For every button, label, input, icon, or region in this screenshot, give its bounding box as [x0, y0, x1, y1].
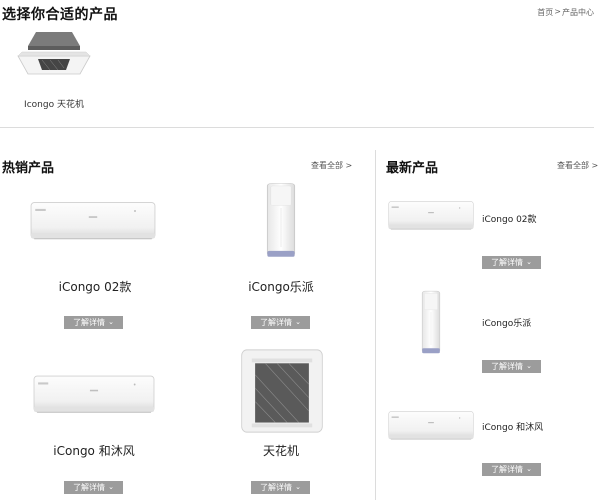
hot-item-1-detail-button[interactable]: 了解详情 ⌄: [64, 316, 123, 329]
detail-button-label: 了解详情: [260, 318, 293, 327]
detail-button-label: 了解详情: [73, 483, 106, 492]
chevron-down-icon: ⌄: [108, 318, 114, 326]
detail-button-label: 了解详情: [73, 318, 106, 327]
latest-item-2-image[interactable]: [420, 290, 442, 356]
wall-ac-icon: [388, 410, 474, 442]
latest-item-2-name[interactable]: iCongo乐派: [482, 316, 531, 329]
breadcrumb-separator: >: [554, 7, 561, 16]
hot-item-4-name[interactable]: 天花机: [221, 442, 341, 459]
wall-ac-icon: [388, 200, 474, 232]
hot-item-3-name[interactable]: iCongo 和沐风: [34, 442, 154, 459]
chevron-down-icon: ⌄: [295, 483, 301, 491]
chevron-down-icon: ⌄: [295, 318, 301, 326]
chevron-down-icon: ⌄: [526, 465, 532, 473]
tower-ac-icon: [420, 290, 442, 356]
page-title: 选择你合适的产品: [2, 7, 118, 23]
wall-ac-icon: [30, 198, 156, 245]
latest-item-1-image[interactable]: [388, 200, 474, 232]
hot-view-all-link[interactable]: 查看全部 >: [311, 160, 352, 171]
breadcrumb: 首页 > 产品中心: [537, 7, 594, 18]
hot-item-4-image[interactable]: [240, 348, 324, 434]
hot-item-3-detail-button[interactable]: 了解详情 ⌄: [64, 481, 123, 494]
breadcrumb-current: 产品中心: [562, 8, 594, 17]
cassette-ac-icon: [240, 348, 324, 434]
hot-item-2-image[interactable]: [264, 182, 298, 260]
hot-item-1-name[interactable]: iCongo 02款: [35, 278, 155, 295]
hot-item-2-name[interactable]: iCongo乐派: [221, 278, 341, 295]
latest-item-3-name[interactable]: iCongo 和沐风: [482, 420, 543, 433]
chevron-down-icon: ⌄: [526, 362, 532, 370]
category-label: Icongo 天花机: [24, 100, 84, 110]
latest-item-2-detail-button[interactable]: 了解详情 ⌄: [482, 360, 541, 373]
chevron-down-icon: ⌄: [526, 258, 532, 266]
latest-item-1-name[interactable]: iCongo 02款: [482, 212, 537, 225]
detail-button-label: 了解详情: [260, 483, 293, 492]
detail-button-label: 了解详情: [491, 362, 524, 371]
tower-ac-icon: [264, 182, 298, 260]
hot-item-1-image[interactable]: [30, 198, 156, 245]
hot-item-3-image[interactable]: [33, 374, 155, 416]
hot-item-4-detail-button[interactable]: 了解详情 ⌄: [251, 481, 310, 494]
latest-item-1-detail-button[interactable]: 了解详情 ⌄: [482, 256, 541, 269]
latest-section-title: 最新产品: [386, 161, 439, 176]
section-divider: [0, 127, 594, 128]
hot-item-2-detail-button[interactable]: 了解详情 ⌄: [251, 316, 310, 329]
ceiling-ac-icon: [17, 32, 91, 75]
latest-item-3-detail-button[interactable]: 了解详情 ⌄: [482, 463, 541, 476]
hot-section-title: 热销产品: [2, 161, 55, 176]
wall-ac-icon: [33, 374, 155, 416]
breadcrumb-home-link[interactable]: 首页: [537, 7, 553, 18]
detail-button-label: 了解详情: [491, 258, 524, 267]
column-divider: [375, 150, 376, 500]
detail-button-label: 了解详情: [491, 465, 524, 474]
latest-item-3-image[interactable]: [388, 410, 474, 442]
chevron-down-icon: ⌄: [108, 483, 114, 491]
category-card-ceiling[interactable]: Icongo 天花机: [14, 26, 94, 116]
latest-view-all-link[interactable]: 查看全部 >: [557, 160, 598, 171]
